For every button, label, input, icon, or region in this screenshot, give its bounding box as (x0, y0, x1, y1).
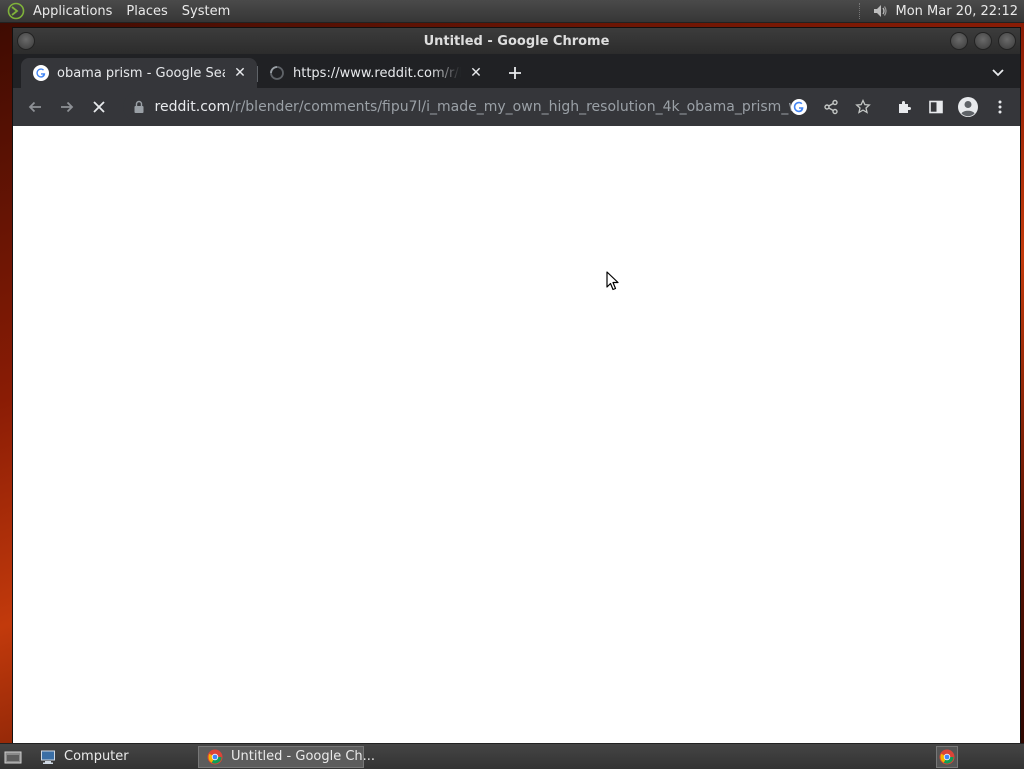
menu-icon[interactable] (984, 91, 1016, 123)
chrome-window: Untitled - Google Chrome obama prism - G… (12, 27, 1021, 745)
plus-icon (509, 67, 521, 79)
google-lens-icon[interactable] (783, 91, 815, 123)
tab-title: https://www.reddit.com/r/blender (293, 65, 461, 81)
address-bar[interactable]: reddit.com/r/blender/comments/fipu7l/i_m… (123, 92, 803, 122)
panel-tray: Mon Mar 20, 22:12 (858, 0, 1024, 22)
computer-icon (40, 749, 56, 765)
back-icon[interactable] (19, 91, 51, 123)
tab-search-chevron-icon[interactable] (988, 62, 1008, 82)
maximize-button[interactable] (974, 32, 992, 50)
panel-separator (858, 3, 864, 19)
browser-toolbar: reddit.com/r/blender/comments/fipu7l/i_m… (13, 88, 1020, 126)
bookmark-star-icon[interactable] (847, 91, 879, 123)
share-icon[interactable] (815, 91, 847, 123)
close-icon[interactable]: ✕ (467, 64, 485, 82)
profile-icon[interactable] (952, 91, 984, 123)
stop-icon[interactable] (83, 91, 115, 123)
window-title: Untitled - Google Chrome (423, 33, 610, 49)
applications-menu[interactable]: Applications (26, 4, 119, 19)
window-titlebar[interactable]: Untitled - Google Chrome (13, 28, 1020, 54)
minimize-button[interactable] (950, 32, 968, 50)
top-panel: Applications Places System Mon Mar 20, 2… (0, 0, 1024, 23)
tab-title: obama prism - Google Search (57, 65, 225, 81)
close-window-button[interactable] (998, 32, 1016, 50)
mouse-cursor-icon (606, 271, 620, 295)
url-text[interactable]: reddit.com/r/blender/comments/fipu7l/i_m… (155, 99, 803, 115)
window-controls (950, 32, 1016, 50)
taskbar-item-chrome[interactable]: Untitled - Google Ch... (198, 745, 375, 768)
new-tab-button[interactable] (501, 59, 529, 87)
omnibox-actions (783, 91, 879, 123)
window-menu-button[interactable] (17, 32, 35, 50)
extensions-icon[interactable] (888, 91, 920, 123)
taskbar-item-label: Untitled - Google Ch... (231, 749, 376, 764)
chrome-icon (207, 749, 223, 765)
tab-strip: obama prism - Google Search ✕ https://ww… (13, 54, 1020, 88)
toolbar-actions (888, 91, 1020, 123)
tab-google-search[interactable]: obama prism - Google Search ✕ (21, 58, 257, 88)
close-icon[interactable]: ✕ (231, 64, 249, 82)
taskbar-item-label: Computer (64, 749, 129, 764)
url-path: /r/blender/comments/fipu7l/i_made_my_own… (230, 99, 803, 115)
side-panel-icon[interactable] (920, 91, 952, 123)
volume-icon[interactable] (870, 1, 890, 21)
page-content[interactable] (13, 126, 1020, 744)
loading-spinner-icon (269, 65, 285, 81)
lock-icon[interactable] (131, 100, 147, 114)
forward-icon[interactable] (51, 91, 83, 123)
taskbar-item-computer[interactable]: Computer (32, 746, 192, 768)
tab-reddit[interactable]: https://www.reddit.com/r/blender ✕ (257, 58, 493, 88)
tray-chrome-icon[interactable] (936, 746, 958, 768)
google-favicon-icon (33, 65, 49, 81)
places-menu[interactable]: Places (119, 4, 174, 19)
distro-logo-icon[interactable] (6, 1, 26, 21)
show-desktop-icon[interactable] (2, 746, 24, 768)
clock[interactable]: Mon Mar 20, 22:12 (896, 4, 1024, 19)
url-host: reddit.com (154, 99, 231, 115)
system-menu[interactable]: System (175, 4, 237, 19)
bottom-taskbar: Computer Untitled - Google Ch... (0, 743, 1024, 769)
